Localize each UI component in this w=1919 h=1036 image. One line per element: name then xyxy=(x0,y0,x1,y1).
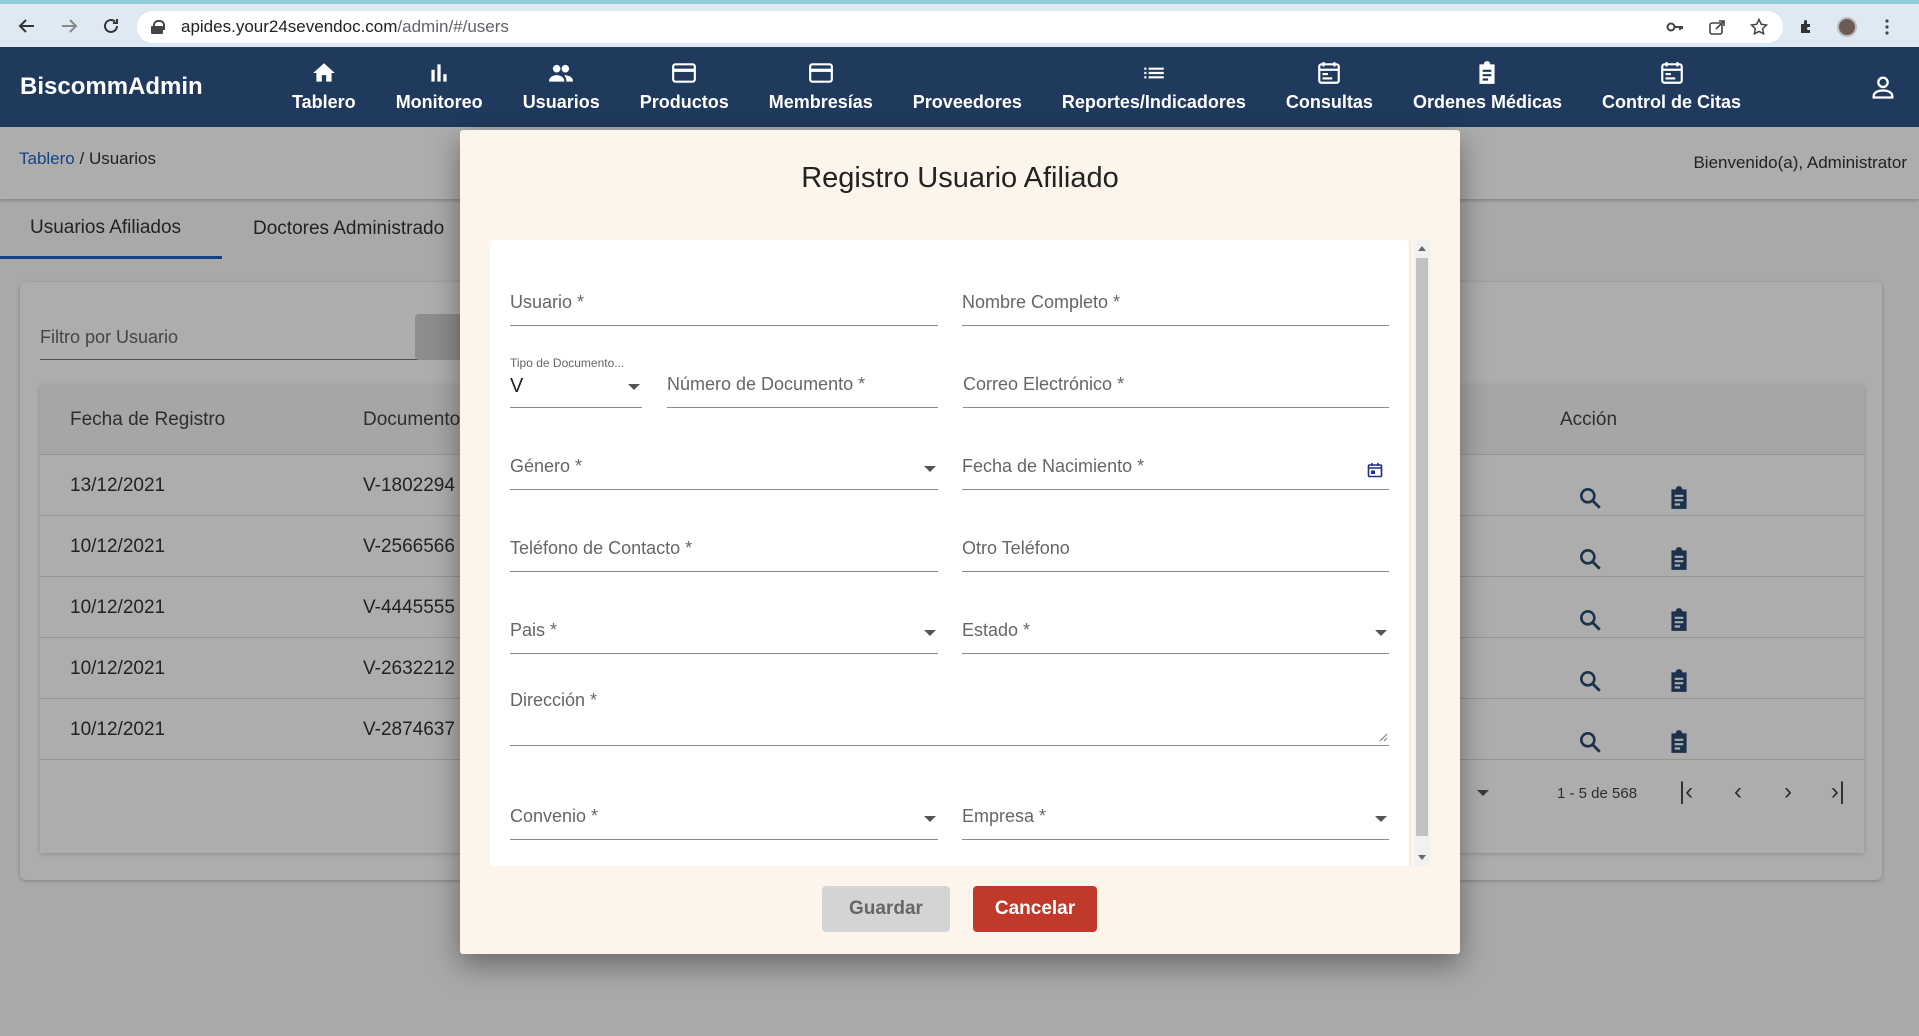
chevron-down-icon xyxy=(1375,630,1387,636)
share-icon[interactable] xyxy=(1707,17,1727,37)
bookmark-star-icon[interactable] xyxy=(1749,17,1769,37)
calendar-icon xyxy=(1660,61,1683,84)
otro-telefono-field[interactable]: Otro Teléfono xyxy=(962,532,1389,572)
pais-select[interactable]: Pais * xyxy=(510,614,938,654)
nav-item-monitoreo[interactable]: Monitoreo xyxy=(376,47,503,127)
field-label: Nombre Completo * xyxy=(962,292,1121,312)
extensions-icon[interactable] xyxy=(1797,17,1817,37)
chevron-down-icon xyxy=(924,466,936,472)
chevron-down-icon xyxy=(1375,816,1387,822)
field-label: Convenio * xyxy=(510,806,599,826)
back-icon[interactable] xyxy=(12,11,42,41)
nav-label: Ordenes Médicas xyxy=(1412,91,1562,112)
select-value: V xyxy=(510,375,524,397)
resize-handle-icon[interactable] xyxy=(1378,732,1388,742)
field-label: Fecha de Nacimiento * xyxy=(962,456,1145,476)
kebab-menu-icon[interactable] xyxy=(1877,17,1897,37)
nav-label: Productos xyxy=(639,91,729,112)
nav-label: Monitoreo xyxy=(395,91,483,112)
dialog-title: Registro Usuario Afiliado xyxy=(801,162,1119,194)
estado-select[interactable]: Estado * xyxy=(962,614,1389,654)
field-label: Empresa * xyxy=(962,806,1047,826)
url-host: apides.your24sevendoc.com xyxy=(181,17,398,36)
home-icon xyxy=(313,62,335,82)
forward-icon[interactable] xyxy=(54,11,84,41)
reload-icon[interactable] xyxy=(96,11,126,41)
form-scrollbar[interactable] xyxy=(1414,240,1430,866)
url-path: /admin/#/users xyxy=(397,17,509,36)
field-label: Número de Documento * xyxy=(667,374,866,394)
people-icon xyxy=(549,64,574,82)
fecha-nacimiento-field[interactable]: Fecha de Nacimiento * xyxy=(962,450,1389,490)
calendar-icon[interactable] xyxy=(1367,462,1383,478)
tipo-documento-select[interactable]: Tipo de Documento... V xyxy=(510,356,642,408)
save-button[interactable]: Guardar xyxy=(822,886,950,932)
nav-label: Membresías xyxy=(768,91,873,112)
nav-label: Consultas xyxy=(1285,91,1373,112)
field-label: Tipo de Documento... xyxy=(510,356,625,370)
blank-icon xyxy=(954,60,980,86)
nav-item-citas[interactable]: Control de Citas xyxy=(1582,47,1761,127)
nav-label: Control de Citas xyxy=(1602,91,1742,112)
chevron-down-icon xyxy=(628,384,640,390)
correo-field[interactable]: Correo Electrónico * xyxy=(963,368,1389,408)
field-label: Dirección * xyxy=(510,690,598,710)
nombre-completo-field[interactable]: Nombre Completo * xyxy=(962,286,1389,326)
direccion-textarea[interactable]: Dirección * xyxy=(510,688,1389,746)
nav-item-usuarios[interactable]: Usuarios xyxy=(503,47,620,127)
field-label: Pais * xyxy=(510,620,558,640)
nav-item-tablero[interactable]: Tablero xyxy=(272,47,376,127)
genero-select[interactable]: Género * xyxy=(510,450,938,490)
clipboard-icon xyxy=(1479,60,1496,84)
cancel-button[interactable]: Cancelar xyxy=(973,886,1097,932)
field-label: Estado * xyxy=(962,620,1031,640)
account-icon[interactable] xyxy=(1869,73,1897,101)
chevron-down-icon xyxy=(924,816,936,822)
empresa-select[interactable]: Empresa * xyxy=(962,800,1389,840)
nav-label: Tablero xyxy=(292,91,356,112)
nav-item-consultas[interactable]: Consultas xyxy=(1266,47,1393,127)
browser-toolbar: apides.your24sevendoc.com/admin/#/users xyxy=(0,0,1919,47)
nav-item-proveedores[interactable]: Proveedores xyxy=(893,47,1042,127)
nav-label: Usuarios xyxy=(522,91,600,112)
numero-documento-field[interactable]: Número de Documento * xyxy=(667,368,938,408)
field-label: Correo Electrónico * xyxy=(963,374,1125,394)
form-panel: Usuario * Nombre Completo * Tipo de Docu… xyxy=(490,240,1409,866)
scroll-thumb[interactable] xyxy=(1416,258,1428,836)
key-icon[interactable] xyxy=(1665,17,1685,37)
app-header: BiscommAdmin Tablero Monitoreo Usuarios … xyxy=(0,47,1919,127)
usuario-field[interactable]: Usuario * xyxy=(510,286,938,326)
nav-item-ordenes[interactable]: Ordenes Médicas xyxy=(1393,47,1582,127)
nav-item-productos[interactable]: Productos xyxy=(620,47,749,127)
top-navigation: Tablero Monitoreo Usuarios Productos Mem… xyxy=(272,47,1761,127)
brand-title: BiscommAdmin xyxy=(20,73,203,100)
address-bar[interactable]: apides.your24sevendoc.com/admin/#/users xyxy=(137,11,1783,43)
lock-icon xyxy=(151,20,165,34)
field-label: Otro Teléfono xyxy=(962,538,1070,558)
card-icon xyxy=(672,62,697,83)
profile-avatar[interactable] xyxy=(1837,17,1857,37)
card-icon xyxy=(808,62,833,83)
field-label: Teléfono de Contacto * xyxy=(510,538,693,558)
list-icon xyxy=(1144,67,1164,78)
form-scroll-area[interactable]: Usuario * Nombre Completo * Tipo de Docu… xyxy=(490,240,1430,866)
telefono-contacto-field[interactable]: Teléfono de Contacto * xyxy=(510,532,938,572)
nav-label: Reportes/Indicadores xyxy=(1061,91,1246,112)
field-label: Género * xyxy=(510,456,583,476)
nav-item-membresias[interactable]: Membresías xyxy=(749,47,893,127)
scroll-down-icon[interactable] xyxy=(1418,855,1426,860)
scroll-up-icon[interactable] xyxy=(1418,246,1426,251)
bar-chart-icon xyxy=(431,63,447,82)
chevron-down-icon xyxy=(924,630,936,636)
nav-label: Proveedores xyxy=(912,91,1022,112)
nav-item-reportes[interactable]: Reportes/Indicadores xyxy=(1042,47,1266,127)
field-label: Usuario * xyxy=(510,292,585,312)
convenio-select[interactable]: Convenio * xyxy=(510,800,938,840)
calendar-icon xyxy=(1318,61,1341,84)
register-user-dialog: Registro Usuario Afiliado Usuario * Nomb… xyxy=(460,130,1460,954)
